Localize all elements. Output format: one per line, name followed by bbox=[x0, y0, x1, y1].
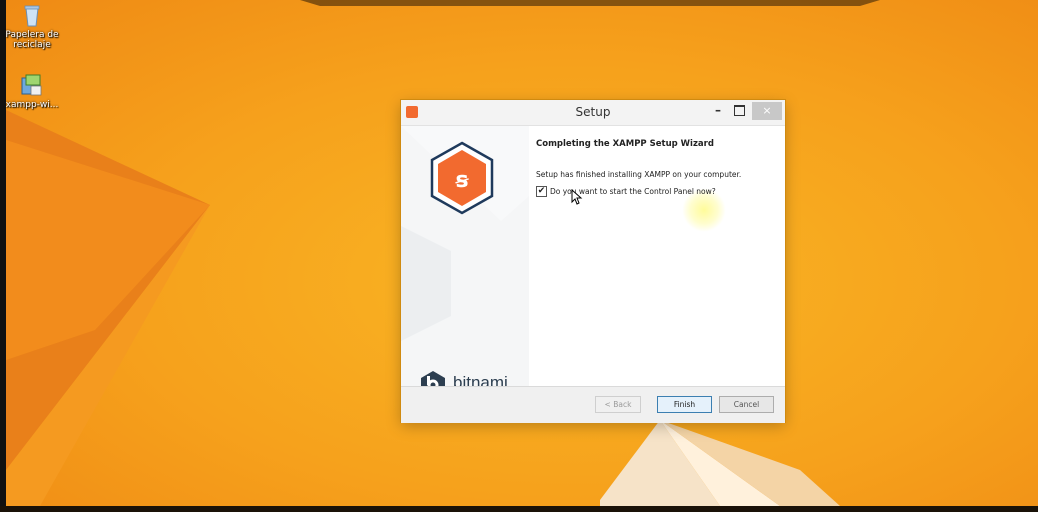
desktop-icon-label: xampp-wi... bbox=[5, 100, 59, 110]
desktop-icon-recycle-bin[interactable]: Papelera de reciclaje bbox=[2, 2, 62, 50]
cancel-button[interactable]: Cancel bbox=[719, 396, 774, 413]
maximize-button[interactable] bbox=[732, 102, 746, 120]
recycle-bin-icon bbox=[19, 2, 45, 28]
xampp-logo-icon: ꞩ bbox=[429, 141, 495, 215]
svg-text:ꞩ: ꞩ bbox=[454, 168, 469, 193]
bitnami-icon bbox=[419, 370, 447, 386]
back-button[interactable]: < Back bbox=[595, 396, 641, 413]
minimize-button[interactable]: – bbox=[711, 102, 725, 120]
wizard-side-panel: ꞩ bitnami bbox=[401, 126, 529, 386]
dialog-title: Setup bbox=[575, 105, 611, 119]
bitnami-wordmark: bitnami bbox=[453, 373, 508, 386]
close-button[interactable]: × bbox=[752, 102, 782, 120]
wizard-heading: Completing the XAMPP Setup Wizard bbox=[536, 139, 714, 149]
wizard-content: Completing the XAMPP Setup Wizard Setup … bbox=[529, 126, 785, 386]
maximize-icon bbox=[733, 105, 745, 116]
wizard-footer: < Back Finish Cancel bbox=[401, 386, 785, 423]
desktop-icon-label: Papelera de reciclaje bbox=[5, 30, 59, 50]
desktop: Papelera de reciclaje xampp-wi... Setup … bbox=[0, 0, 1038, 512]
finish-button[interactable]: Finish bbox=[657, 396, 712, 413]
installer-icon bbox=[19, 72, 45, 98]
desktop-icon-xampp-installer[interactable]: xampp-wi... bbox=[2, 72, 62, 110]
dialog-titlebar[interactable]: Setup – × bbox=[401, 100, 785, 126]
screen-border-bottom bbox=[0, 506, 1038, 512]
completion-message: Setup has finished installing XAMPP on y… bbox=[536, 170, 742, 179]
mouse-pointer-icon bbox=[571, 189, 583, 205]
start-control-panel-checkbox[interactable]: ✔ bbox=[536, 186, 547, 197]
setup-dialog: Setup – × ꞩ bitnami Completing the XAMPP… bbox=[401, 100, 785, 423]
